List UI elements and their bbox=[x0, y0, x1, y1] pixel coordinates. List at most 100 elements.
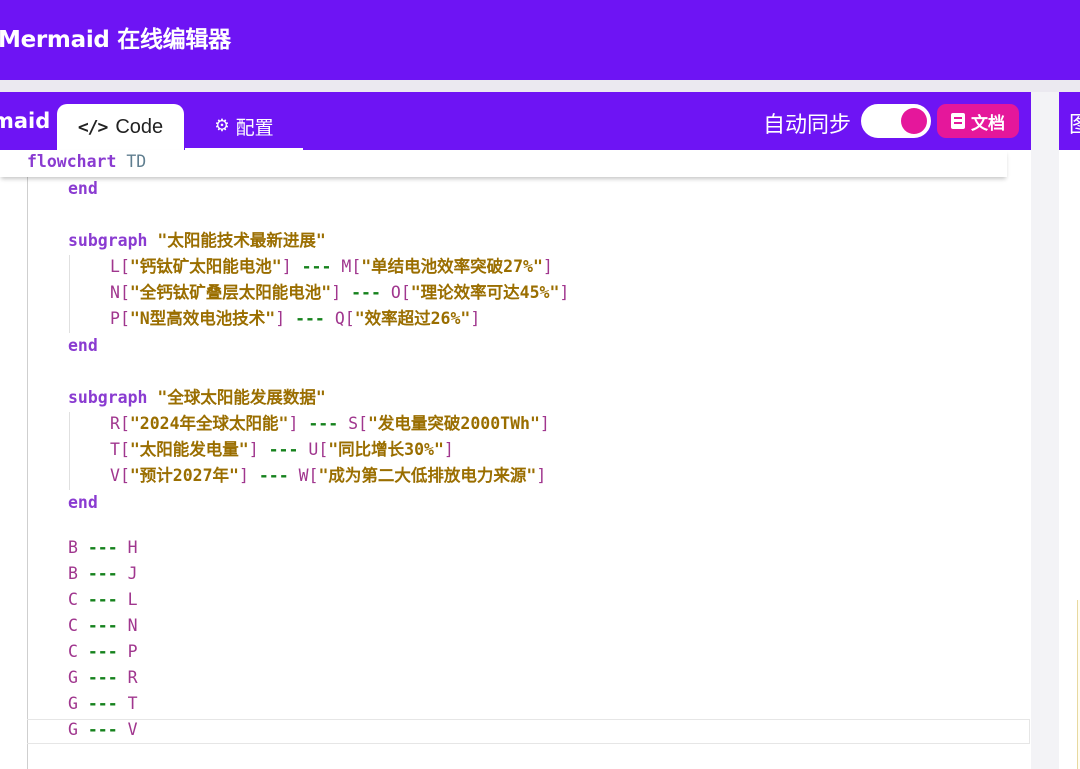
auto-sync-toggle[interactable] bbox=[861, 104, 931, 138]
code-line: subgraph "太阳能技术最新进展" bbox=[68, 228, 326, 254]
direction-keyword: TD bbox=[126, 152, 147, 171]
node-label: "同比增长30%" bbox=[328, 440, 444, 459]
node-id: C bbox=[68, 590, 78, 609]
node-id: R bbox=[110, 414, 120, 433]
toggle-knob bbox=[901, 108, 927, 134]
editor-panel: maid </> Code ⚙ 配置 自动同步 文档 flowchart TD … bbox=[0, 92, 1031, 769]
link-arrow: --- bbox=[87, 668, 118, 687]
code-line: C --- L bbox=[68, 587, 138, 613]
code-line: G --- V bbox=[68, 717, 138, 743]
node-label: "钙钛矿太阳能电池" bbox=[129, 257, 282, 276]
node-id: V bbox=[110, 466, 120, 485]
link-arrow: --- bbox=[268, 440, 299, 459]
docs-button[interactable]: 文档 bbox=[937, 104, 1019, 138]
node-id: T bbox=[127, 694, 138, 713]
link-arrow: --- bbox=[295, 309, 325, 328]
node-label: "预计2027年" bbox=[129, 466, 239, 485]
node-id: O bbox=[390, 283, 401, 302]
link-arrow: --- bbox=[351, 283, 381, 302]
node-id: G bbox=[68, 694, 78, 713]
auto-sync-label: 自动同步 bbox=[763, 113, 852, 138]
node-id: R bbox=[127, 668, 138, 687]
header-gap bbox=[0, 80, 1080, 92]
end-keyword: end bbox=[68, 493, 98, 512]
preview-panel: 图 bbox=[1059, 92, 1080, 769]
node-label: "成为第二大低排放电力来源" bbox=[318, 466, 537, 485]
node-id: B bbox=[68, 538, 78, 557]
code-line: T["太阳能发电量"] --- U["同比增长30%"] bbox=[110, 440, 454, 459]
node-id: H bbox=[127, 538, 138, 557]
code-line: R["2024年全球太阳能"] --- S["发电量突破2000TWh"] bbox=[110, 414, 550, 433]
node-id: J bbox=[127, 564, 138, 583]
tab-code-label: Code bbox=[115, 115, 164, 138]
indent-guide-subgraph-2 bbox=[69, 412, 70, 490]
link-arrow: --- bbox=[87, 564, 118, 583]
link-arrow: --- bbox=[87, 616, 118, 635]
node-id: U bbox=[308, 440, 319, 459]
node-id: G bbox=[68, 720, 78, 739]
code-line: P["N型高效电池技术"] --- Q["效率超过26%"] bbox=[110, 309, 481, 328]
link-arrow: --- bbox=[301, 257, 332, 276]
link-arrow: --- bbox=[308, 414, 339, 433]
current-line-highlight bbox=[27, 719, 1030, 744]
node-id: C bbox=[68, 642, 78, 661]
node-id: B bbox=[68, 564, 78, 583]
app-title: Mermaid 在线编辑器 bbox=[0, 27, 231, 53]
end-keyword: end bbox=[68, 179, 98, 198]
node-id: N bbox=[110, 283, 120, 302]
link-arrow: --- bbox=[258, 466, 289, 485]
node-label: "效率超过26%" bbox=[354, 309, 471, 328]
code-line: end bbox=[68, 490, 98, 516]
code-line: subgraph "全球太阳能发展数据" bbox=[68, 385, 326, 411]
code-line: N["全钙钛矿叠层太阳能电池"] --- O["理论效率可达45%"] bbox=[110, 283, 570, 302]
code-line: end bbox=[68, 333, 98, 359]
node-label: "单结电池效率突破27%" bbox=[361, 257, 543, 276]
gears-icon: ⚙ bbox=[214, 116, 230, 136]
code-icon: </> bbox=[77, 116, 108, 138]
code-editor[interactable]: flowchart TD end subgraph "太阳能技术最新进展" L[… bbox=[0, 150, 1031, 769]
link-arrow: --- bbox=[87, 720, 118, 739]
link-arrow: --- bbox=[87, 694, 118, 713]
end-keyword: end bbox=[68, 336, 98, 355]
app-header: Mermaid 在线编辑器 bbox=[0, 0, 1080, 80]
subgraph-keyword: subgraph bbox=[68, 231, 148, 250]
node-id: P bbox=[127, 642, 138, 661]
node-label: "太阳能发电量" bbox=[129, 440, 249, 459]
subgraph-keyword: subgraph bbox=[68, 388, 148, 407]
code-line: G --- T bbox=[68, 691, 138, 717]
node-id: L bbox=[110, 257, 120, 276]
preview-title: 图 bbox=[1069, 107, 1080, 139]
code-line: B --- J bbox=[68, 561, 138, 587]
link-arrow: --- bbox=[87, 642, 118, 661]
code-line: C --- P bbox=[68, 639, 138, 665]
node-id: P bbox=[110, 309, 120, 328]
node-id: W bbox=[298, 466, 309, 485]
code-line: G --- R bbox=[68, 665, 138, 691]
indent-guide-subgraph-1 bbox=[69, 255, 70, 333]
link-arrow: --- bbox=[87, 538, 118, 557]
tab-config[interactable]: ⚙ 配置 bbox=[185, 104, 303, 150]
node-id: Q bbox=[334, 309, 345, 328]
docs-button-label: 文档 bbox=[971, 113, 1005, 134]
subgraph-title: "太阳能技术最新进展" bbox=[157, 231, 326, 250]
node-id: L bbox=[127, 590, 138, 609]
editor-header: maid </> Code ⚙ 配置 自动同步 文档 bbox=[0, 92, 1031, 150]
node-label: "全钙钛矿叠层太阳能电池" bbox=[129, 283, 332, 302]
tab-code[interactable]: </> Code bbox=[57, 104, 184, 150]
sticky-scroll-line: flowchart TD bbox=[0, 150, 1007, 177]
node-label: "2024年全球太阳能" bbox=[129, 414, 289, 433]
flowchart-keyword: flowchart bbox=[27, 152, 117, 171]
subgraph-title: "全球太阳能发展数据" bbox=[157, 388, 326, 407]
node-label: "发电量突破2000TWh" bbox=[367, 414, 540, 433]
book-icon bbox=[951, 113, 965, 129]
node-id: C bbox=[68, 616, 78, 635]
node-id: N bbox=[127, 616, 138, 635]
code-line: B --- H bbox=[68, 535, 138, 561]
tab-config-label: 配置 bbox=[235, 116, 274, 139]
node-id: G bbox=[68, 668, 78, 687]
code-line: end bbox=[68, 176, 98, 202]
node-id: T bbox=[110, 440, 120, 459]
brand-text: maid bbox=[0, 109, 51, 133]
indent-guide-outer bbox=[27, 177, 28, 769]
node-label: "理论效率可达45%" bbox=[410, 283, 560, 302]
